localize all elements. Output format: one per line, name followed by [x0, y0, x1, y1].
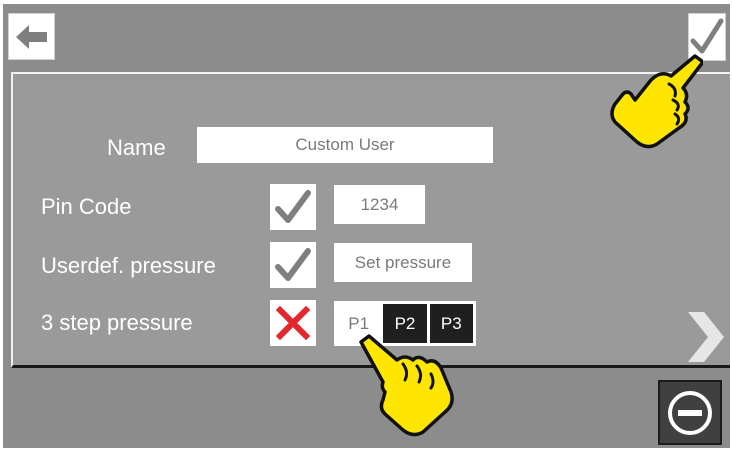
screen: Name Custom User Pin Code 1234 Userdef. … [3, 4, 730, 448]
cross-icon [275, 305, 311, 341]
step-p1-button[interactable]: P1 [337, 304, 381, 343]
chevron-right-icon[interactable] [686, 310, 726, 364]
set-pressure-button[interactable]: Set pressure [334, 243, 472, 282]
three-step-pressure-label: 3 step pressure [41, 310, 193, 335]
step-p2-button[interactable]: P2 [383, 304, 427, 343]
checkmark-icon [690, 18, 724, 54]
userdef-pressure-checkbox[interactable] [270, 242, 316, 288]
minus-circle-icon [668, 390, 712, 435]
stop-button[interactable] [658, 380, 722, 445]
arrow-left-icon [15, 24, 47, 49]
step-p3-button[interactable]: P3 [429, 304, 473, 343]
pin-code-checkbox[interactable] [270, 184, 316, 230]
userdef-pressure-label: Userdef. pressure [41, 253, 216, 278]
pressure-step-selector: P1 P2 P3 [334, 301, 476, 346]
three-step-pressure-checkbox[interactable] [270, 300, 316, 346]
back-button[interactable] [8, 13, 55, 60]
pin-code-field[interactable]: 1234 [334, 185, 425, 224]
confirm-button[interactable] [688, 13, 726, 61]
checkmark-icon [275, 190, 311, 223]
pin-code-label: Pin Code [41, 194, 132, 219]
name-field[interactable]: Custom User [197, 127, 493, 163]
name-label: Name [107, 135, 166, 160]
checkmark-icon [275, 248, 311, 281]
